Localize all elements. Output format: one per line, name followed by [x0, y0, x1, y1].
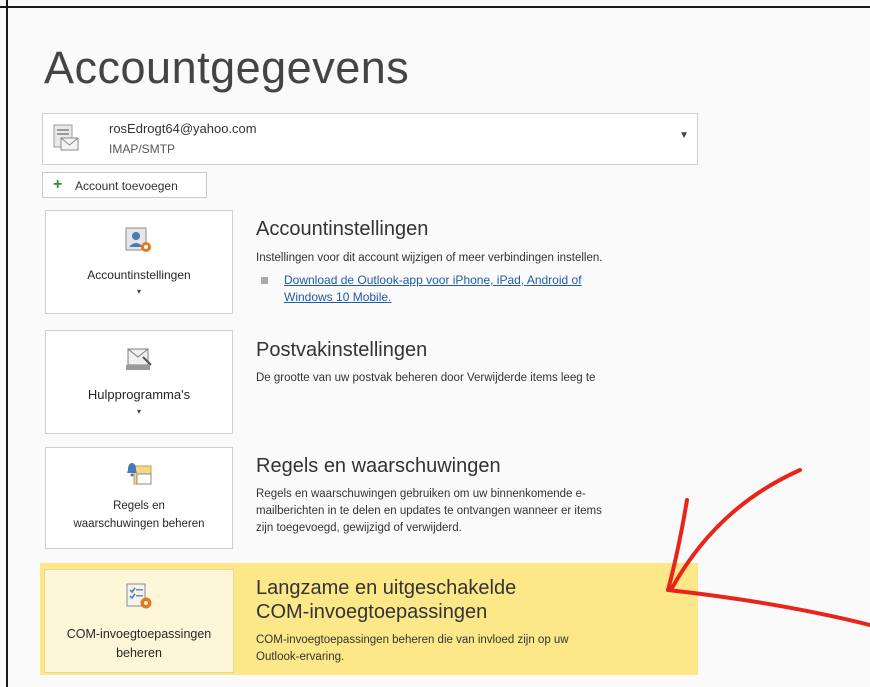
rules-alerts-icon: [127, 463, 152, 485]
rules-desc-line3: zijn toegevoegd, gewijzigd of verwijderd…: [256, 522, 462, 534]
rules-desc-line1: Regels en waarschuwingen gebruiken om uw…: [256, 488, 586, 500]
plus-icon: +: [53, 176, 63, 193]
mailbox-tools-button[interactable]: Hulpprogramma's ▾: [45, 330, 233, 434]
account-settings-title: Accountinstellingen: [256, 218, 429, 240]
rules-tile-label-line2: waarschuwingen beheren: [73, 518, 205, 530]
mailbox-settings-title: Postvakinstellingen: [256, 339, 428, 361]
window-border-top: [0, 6, 870, 8]
chevron-down-icon: ▾: [136, 287, 141, 296]
mailbox-tools-tile-label: Hulpprogramma's: [87, 387, 191, 402]
account-settings-tile-label: Accountinstellingen: [87, 268, 191, 282]
chevron-down-icon: ▾: [136, 407, 141, 416]
add-account-label: Account toevoegen: [75, 179, 178, 193]
account-type: IMAP/SMTP: [109, 142, 176, 156]
com-addins-icon: [126, 583, 152, 609]
rules-alerts-title: Regels en waarschuwingen: [256, 455, 501, 477]
account-settings-icon: [125, 227, 151, 252]
download-outlook-app-link[interactable]: Download de Outlook-app voor iPhone, iPa…: [284, 272, 582, 306]
mailbox-settings-description: De grootte van uw postvak beheren door V…: [256, 372, 596, 384]
chevron-down-icon[interactable]: ▼: [679, 130, 689, 141]
com-addins-description: COM-invoegtoepassingen beheren die van i…: [256, 632, 569, 666]
window-border-left: [6, 0, 8, 687]
mailbox-tools-icon: [126, 348, 152, 370]
mail-account-icon: [53, 124, 79, 151]
account-email: rosEdrogt64@yahoo.com: [109, 121, 257, 136]
link-line-1: Download de Outlook-app voor iPhone, iPa…: [284, 273, 582, 287]
bullet-icon: [261, 277, 268, 284]
rules-alerts-description: Regels en waarschuwingen gebruiken om uw…: [256, 486, 602, 537]
com-desc-line2: Outlook-ervaring.: [256, 651, 345, 663]
page-title: Accountgegevens: [44, 42, 410, 93]
rules-desc-line2: mailberichten in te delen en updates te …: [256, 505, 602, 517]
com-title-line2: COM-invoegtoepassingen: [256, 601, 488, 623]
com-addins-title: Langzame en uitgeschakelde COM-invoegtoe…: [256, 576, 516, 624]
com-title-line1: Langzame en uitgeschakelde: [256, 577, 517, 599]
account-selector[interactable]: rosEdrogt64@yahoo.com IMAP/SMTP ▼: [42, 113, 698, 165]
com-tile-label-line1: COM-invoegtoepassingen: [66, 627, 212, 641]
account-settings-button[interactable]: Accountinstellingen ▾: [45, 210, 233, 314]
com-desc-line1: COM-invoegtoepassingen beheren die van i…: [256, 634, 569, 646]
manage-com-addins-button[interactable]: COM-invoegtoepassingen beheren: [44, 569, 234, 673]
com-tile-label-line2: beheren: [116, 646, 162, 660]
account-settings-description: Instellingen voor dit account wijzigen o…: [256, 252, 603, 264]
manage-rules-alerts-button[interactable]: Regels en waarschuwingen beheren: [45, 447, 233, 549]
rules-tile-label-line1: Regels en: [113, 500, 165, 512]
add-account-button[interactable]: + Account toevoegen: [42, 172, 207, 198]
link-line-2: Windows 10 Mobile.: [284, 290, 392, 304]
